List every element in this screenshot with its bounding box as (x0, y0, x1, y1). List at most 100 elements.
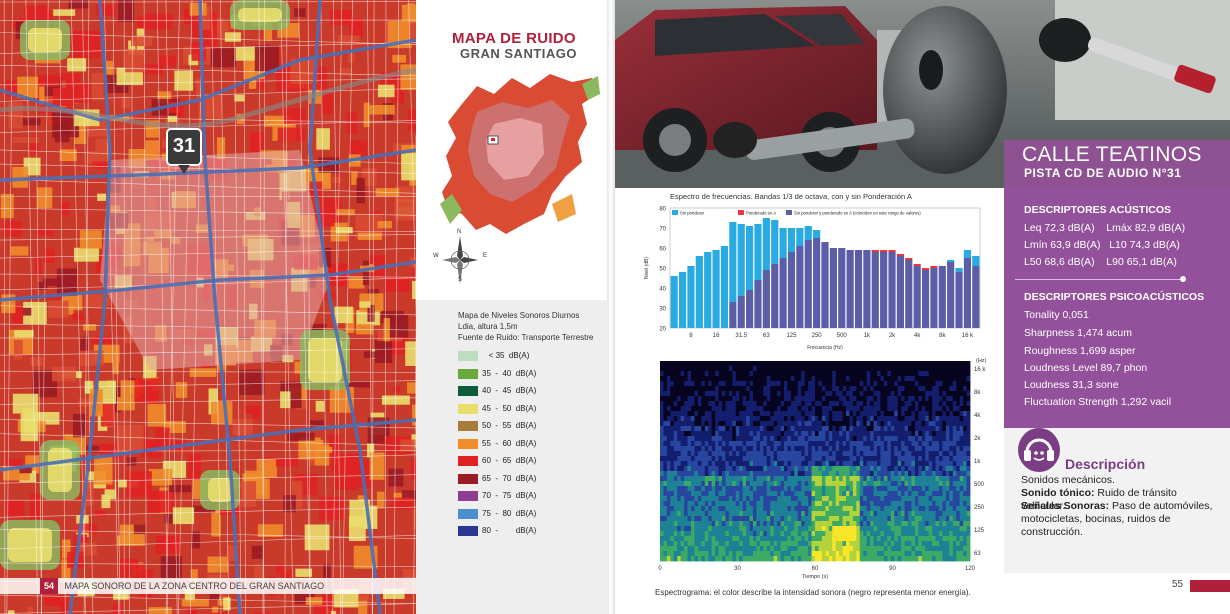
bar-excess (746, 226, 754, 290)
compass-n: N (457, 229, 462, 235)
bar-excess (955, 268, 963, 272)
bar-overlap (838, 248, 846, 328)
x-tick-label: 500 (837, 333, 848, 339)
bar-excess (963, 250, 972, 258)
psycho-row-tonality: Tonality 0,051 (1024, 309, 1089, 321)
bar-overlap (963, 258, 972, 328)
bar-overlap (804, 240, 812, 328)
x-tick-label: 30 (734, 566, 741, 572)
bar-excess (779, 228, 787, 258)
bar-overlap (796, 246, 804, 328)
legend-label: 70 - 75 dB(A) (482, 491, 537, 500)
bar-excess (913, 264, 921, 266)
bar-overlap (854, 250, 863, 328)
legend-swatch (458, 386, 478, 396)
x-tick-label: 8k (939, 333, 946, 339)
y-axis-label: (Hz) (976, 358, 987, 364)
map-subtitle: GRAN SANTIAGO (460, 46, 577, 61)
x-tick-label: 63 (763, 333, 770, 339)
y-tick-label: 40 (659, 287, 666, 293)
bar-overlap (913, 266, 921, 328)
bar-overlap (787, 252, 796, 328)
legend-label: 65 - 70 dB(A) (482, 473, 537, 483)
bar-excess (921, 268, 930, 270)
psycho-row-fluctuation: Fluctuation Strength 1,292 vacil (1024, 396, 1172, 408)
bar-overlap (896, 256, 904, 328)
bar-overlap (947, 262, 955, 328)
legend-label: 35 - 40 dB(A) (482, 368, 537, 378)
x-tick-label: 125 (786, 333, 797, 339)
x-tick-label: 31.5 (735, 333, 747, 339)
bar-excess (796, 228, 804, 246)
x-tick-label: 4k (914, 333, 921, 339)
bar-excess (880, 250, 888, 252)
y-tick-label: 50 (659, 267, 666, 273)
bar-excess (813, 230, 821, 238)
left-page-number: 54 (40, 578, 59, 594)
bar-overlap (737, 296, 745, 328)
description-signals: Señales Sonoras: Paso de automóviles, mo… (1021, 500, 1221, 539)
y-tick-label: 63 (974, 551, 981, 557)
location-title: CALLE TEATINOS (1022, 143, 1202, 166)
separator-dot (1180, 276, 1186, 282)
y-tick-label: 70 (659, 227, 666, 233)
y-tick-label: 16 k (974, 367, 986, 373)
description-title: Descripción (1065, 456, 1146, 472)
y-tick-label: 8k (974, 390, 981, 396)
x-tick-label: 1k (864, 333, 871, 339)
compass-s: S (458, 277, 463, 283)
spectrogram-chart: 16 k 8k 4k 2k 1k 500 250 125 63 (Hz) 0 30 60 90 120 Tie… (658, 358, 987, 580)
legend-swatch (458, 351, 478, 361)
y-tick-label: 30 (659, 307, 666, 313)
y-tick-label: 250 (974, 505, 985, 511)
book-spine (607, 0, 615, 614)
y-tick-label: 2k (974, 436, 981, 442)
bar-overlap (863, 250, 871, 328)
compass-e: E (483, 253, 488, 259)
x-tick-label: 120 (965, 566, 976, 572)
bar-overlap (813, 238, 821, 328)
tonal-label: Sonido tónico: (1021, 487, 1095, 499)
bar-overlap (821, 242, 829, 328)
legend-label: 45 - 50 dB(A) (482, 403, 537, 413)
bar-excess (771, 220, 779, 264)
right-page-number: 55 (1172, 579, 1184, 590)
legend-swatch (458, 403, 478, 414)
noise-map (0, 0, 416, 614)
legend-label: < 35 dB(A) (482, 351, 530, 360)
map-title: MAPA DE RUIDO (452, 30, 576, 47)
legend-swatch (458, 456, 478, 466)
signals-label: Señales Sonoras: (1021, 500, 1110, 512)
y-tick-label: 1k (974, 459, 981, 465)
y-tick-label: 500 (974, 482, 985, 488)
x-axis-label: Tiempo (s) (802, 574, 828, 580)
acoustic-row-2: Lmín 63,9 dB(A) L10 74,3 dB(A) (1024, 239, 1180, 251)
legend-label: 50 - 55 dB(A) (482, 421, 537, 430)
bar-overlap (779, 258, 787, 328)
bar-excess (712, 250, 720, 328)
legend-label: 60 - 65 dB(A) (482, 456, 537, 465)
frequency-spectrum-chart: 20 30 40 50 60 70 80 Nivel (dB) 8 16 31.5 63 125 250 5… (644, 207, 981, 351)
legend-line-3: Fuente de Ruido: Transporte Terrestre (458, 333, 594, 342)
y-tick-label: 125 (974, 528, 985, 534)
bar-excess (871, 250, 879, 252)
separator-line (1015, 279, 1183, 280)
legend-swatch (458, 526, 478, 536)
bar-excess (787, 228, 796, 252)
y-tick-label: 4k (974, 413, 981, 419)
x-tick-label: 2k (889, 333, 896, 339)
bar-excess (678, 272, 687, 328)
bar-overlap (905, 260, 913, 328)
x-tick-label: 16 (713, 333, 720, 339)
legend-swatch (458, 491, 478, 501)
legend-entry: Sin ponderar (680, 211, 705, 216)
location-marker: 31 (166, 128, 202, 174)
bar-excess (687, 266, 695, 328)
bar-excess (905, 258, 913, 260)
y-tick-label: 60 (659, 247, 666, 253)
legend-label: 80 - dB(A) (482, 526, 537, 535)
legend-swatch (786, 210, 792, 215)
psycho-row-loudness: Loudness 31,3 sone (1024, 379, 1119, 391)
legend-label: 55 - 60 dB(A) (482, 438, 537, 448)
acoustic-descriptors-header: DESCRIPTORES ACÚSTICOS (1024, 204, 1172, 216)
